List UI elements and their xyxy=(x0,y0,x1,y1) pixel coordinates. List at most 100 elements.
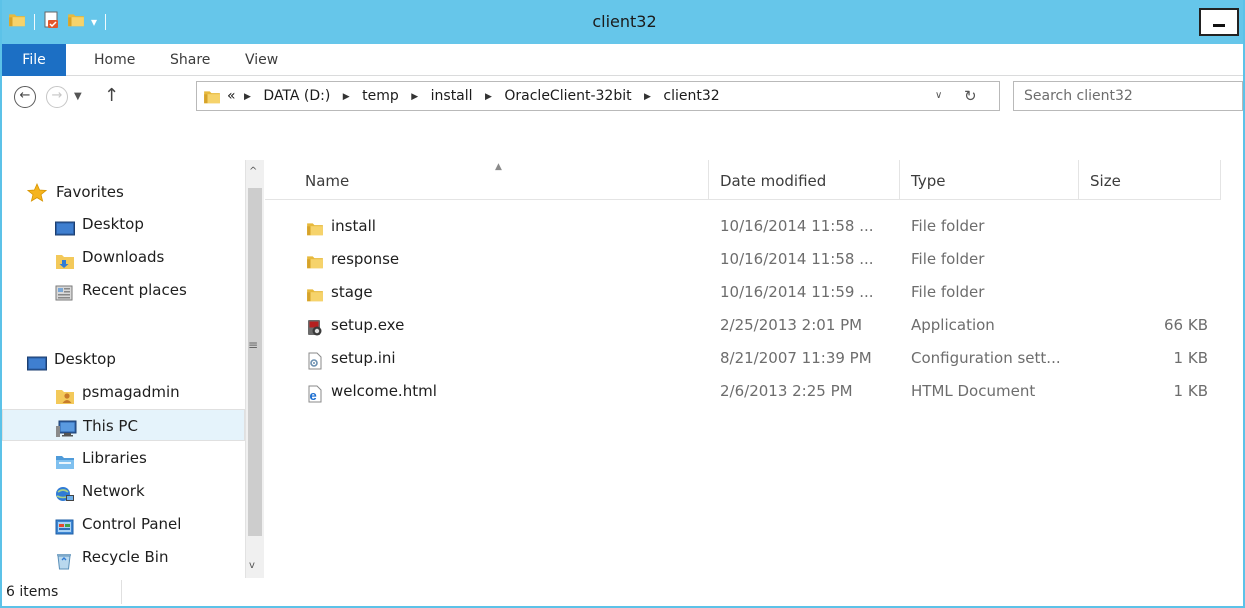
back-button[interactable]: ← xyxy=(14,86,36,108)
scrollbar-thumb[interactable] xyxy=(248,188,262,536)
breadcrumb: « ▶ DATA (D:) ▶ temp ▶ install ▶ OracleC… xyxy=(227,82,720,110)
tab-file[interactable]: File xyxy=(2,44,66,76)
breadcrumb-data-drive[interactable]: DATA (D:) xyxy=(263,82,330,110)
chevron-right-icon[interactable]: ▶ xyxy=(244,83,251,111)
breadcrumb-overflow[interactable]: « xyxy=(227,82,236,110)
chevron-right-icon[interactable]: ▶ xyxy=(485,83,492,111)
file-name: welcome.html xyxy=(331,382,437,400)
file-date-modified: 2/25/2013 2:01 PM xyxy=(720,316,863,334)
nav-item-favorites[interactable]: Favorites xyxy=(2,176,242,208)
breadcrumb-install[interactable]: install xyxy=(431,82,473,110)
nav-item-label: This PC xyxy=(83,417,138,435)
scroll-down-icon[interactable]: v xyxy=(249,560,255,571)
tab-share[interactable]: Share xyxy=(170,44,210,76)
scroll-up-icon[interactable]: ^ xyxy=(249,166,257,177)
window-title: client32 xyxy=(592,12,657,31)
nav-item-libraries[interactable]: Libraries xyxy=(2,442,242,474)
nav-item-desktop-root[interactable]: Desktop xyxy=(2,343,242,375)
breadcrumb-oracleclient[interactable]: OracleClient-32bit xyxy=(504,82,631,110)
file-type: File folder xyxy=(911,217,985,235)
column-header-name[interactable]: Name xyxy=(305,160,349,200)
chevron-right-icon[interactable]: ▶ xyxy=(343,83,350,111)
minimize-icon xyxy=(1213,23,1225,27)
file-size xyxy=(1085,210,1208,243)
nav-item-control-panel[interactable]: Control Panel xyxy=(2,508,242,540)
nav-item-downloads[interactable]: Downloads xyxy=(2,241,242,273)
file-row-setup-ini[interactable]: setup.ini 8/21/2007 11:39 PM Configurati… xyxy=(265,342,1221,375)
address-bar[interactable]: « ▶ DATA (D:) ▶ temp ▶ install ▶ OracleC… xyxy=(196,81,1000,111)
nav-item-label: Favorites xyxy=(56,183,124,201)
column-divider[interactable] xyxy=(1078,160,1079,200)
nav-item-label: Libraries xyxy=(82,449,147,467)
arrow-right-icon: → xyxy=(51,88,63,103)
address-history-button[interactable]: ∨ xyxy=(935,82,942,110)
grip-icon: ≡ xyxy=(248,338,259,352)
column-header-type[interactable]: Type xyxy=(911,160,945,200)
file-row-setup-exe[interactable]: setup.exe 2/25/2013 2:01 PM Application … xyxy=(265,309,1221,342)
file-name: setup.ini xyxy=(331,349,396,367)
file-type: HTML Document xyxy=(911,382,1036,400)
column-header-size[interactable]: Size xyxy=(1090,160,1121,200)
refresh-icon: ↻ xyxy=(964,87,977,105)
recycle-bin-icon xyxy=(55,549,73,578)
navigation-pane-scrollbar[interactable]: ^ ≡ v xyxy=(245,160,264,578)
file-date-modified: 8/21/2007 11:39 PM xyxy=(720,349,872,367)
column-divider[interactable] xyxy=(899,160,900,200)
up-button[interactable]: ↑ xyxy=(104,84,119,108)
file-name: stage xyxy=(331,283,373,301)
folder-icon xyxy=(203,88,221,110)
file-row-stage[interactable]: stage 10/16/2014 11:59 ... File folder xyxy=(265,276,1221,309)
column-divider[interactable] xyxy=(1220,160,1221,200)
file-size xyxy=(1085,276,1208,309)
search-input[interactable]: Search client32 xyxy=(1013,81,1243,111)
file-row-install[interactable]: install 10/16/2014 11:58 ... File folder xyxy=(265,210,1221,243)
file-row-response[interactable]: response 10/16/2014 11:58 ... File folde… xyxy=(265,243,1221,276)
chevron-right-icon[interactable]: ▶ xyxy=(644,83,651,111)
refresh-button[interactable]: ↻ xyxy=(964,82,977,110)
sort-ascending-icon: ▲ xyxy=(495,162,502,172)
nav-item-label: psmagadmin xyxy=(82,383,180,401)
arrow-left-icon: ← xyxy=(19,88,31,103)
breadcrumb-temp[interactable]: temp xyxy=(362,82,399,110)
status-divider xyxy=(121,580,122,604)
nav-item-recent-places[interactable]: Recent places xyxy=(2,274,242,306)
nav-item-desktop[interactable]: Desktop xyxy=(2,208,242,240)
title-bar[interactable]: ▾ client32 xyxy=(2,0,1243,44)
nav-item-label: Network xyxy=(82,482,145,500)
forward-button[interactable]: → xyxy=(46,86,68,108)
chevron-right-icon[interactable]: ▶ xyxy=(411,83,418,111)
navigation-pane: Favorites Desktop Downloads Recent place… xyxy=(2,160,264,578)
file-date-modified: 10/16/2014 11:59 ... xyxy=(720,283,874,301)
file-type: File folder xyxy=(911,250,985,268)
nav-item-recycle-bin[interactable]: Recycle Bin xyxy=(2,541,242,578)
recent-locations-button[interactable]: ▼ xyxy=(74,86,82,108)
navigation-bar: ← → ▼ ↑ « ▶ DATA (D:) ▶ temp ▶ install ▶… xyxy=(2,76,1243,122)
tab-view[interactable]: View xyxy=(245,44,278,76)
file-name: install xyxy=(331,217,376,235)
breadcrumb-client32[interactable]: client32 xyxy=(663,82,719,110)
tab-home[interactable]: Home xyxy=(94,44,135,76)
file-row-welcome-html[interactable]: e welcome.html 2/6/2013 2:25 PM HTML Doc… xyxy=(265,375,1221,408)
nav-item-label: Control Panel xyxy=(82,515,182,533)
item-count: 6 items xyxy=(6,584,59,600)
file-size: 1 KB xyxy=(1173,349,1208,367)
chevron-down-icon: ▼ xyxy=(74,91,82,102)
nav-item-this-pc[interactable]: This PC xyxy=(2,409,245,441)
explorer-window: ▾ client32 File Home Share View ← → ▼ ↑ … xyxy=(0,0,1245,608)
file-type: File folder xyxy=(911,283,985,301)
nav-item-network[interactable]: Network xyxy=(2,475,242,507)
nav-item-psmagadmin[interactable]: psmagadmin xyxy=(2,376,242,408)
nav-item-label: Downloads xyxy=(82,248,165,266)
nav-item-label: Desktop xyxy=(82,215,144,233)
column-header-date-modified[interactable]: Date modified xyxy=(720,160,826,200)
file-size xyxy=(1085,243,1208,276)
file-size: 66 KB xyxy=(1164,316,1208,334)
file-date-modified: 10/16/2014 11:58 ... xyxy=(720,250,874,268)
minimize-button[interactable] xyxy=(1199,8,1239,36)
status-bar: 6 items xyxy=(2,578,1243,606)
file-date-modified: 10/16/2014 11:58 ... xyxy=(720,217,874,235)
nav-item-label: Recent places xyxy=(82,281,187,299)
column-divider[interactable] xyxy=(708,160,709,200)
recent-places-icon xyxy=(55,282,75,314)
chevron-down-icon: ∨ xyxy=(935,90,943,101)
